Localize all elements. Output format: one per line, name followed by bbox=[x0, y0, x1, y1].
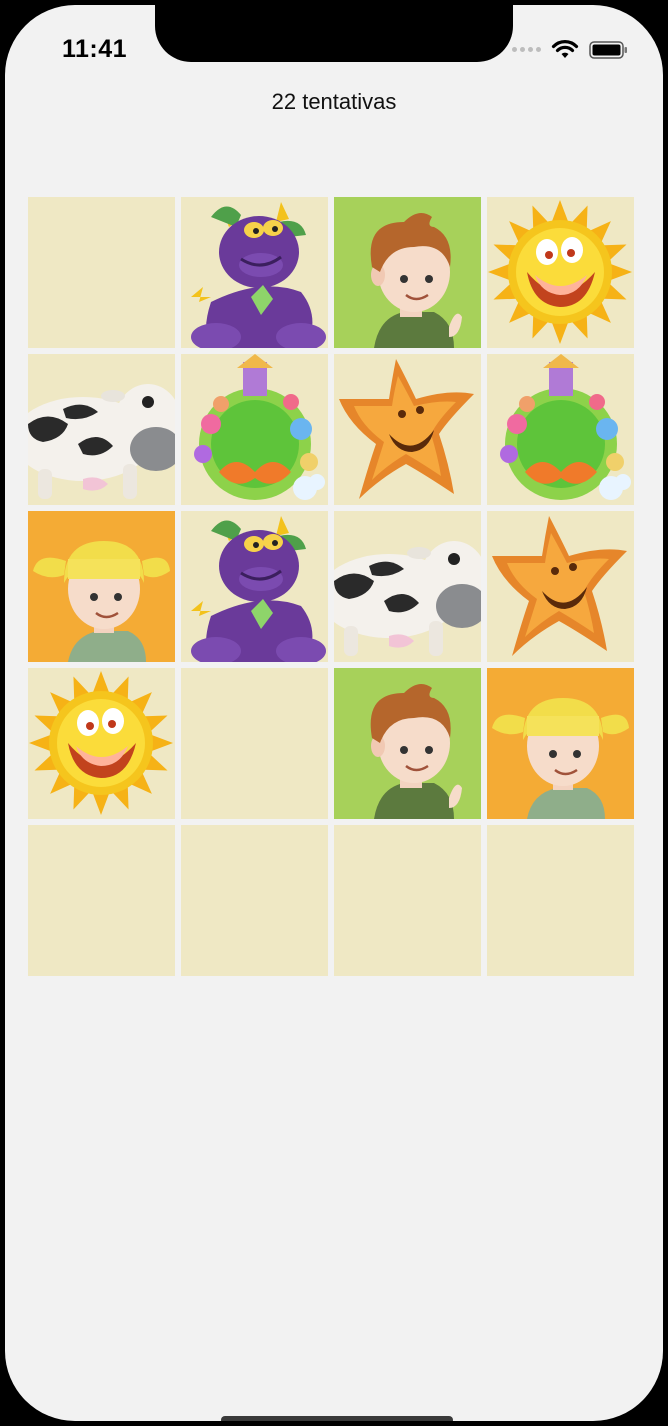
starfish-icon bbox=[487, 511, 634, 662]
sun-icon bbox=[487, 197, 634, 348]
card-planet[interactable] bbox=[487, 354, 634, 505]
card-hidden[interactable] bbox=[487, 825, 634, 976]
boy-icon bbox=[334, 197, 481, 348]
card-sun[interactable] bbox=[28, 668, 175, 819]
memory-board bbox=[28, 197, 634, 976]
battery-icon bbox=[589, 40, 627, 59]
wifi-icon bbox=[551, 40, 579, 58]
girl-icon bbox=[28, 511, 175, 662]
card-planet[interactable] bbox=[181, 354, 328, 505]
sun-icon bbox=[28, 668, 175, 819]
cow-icon bbox=[334, 511, 481, 662]
boy-icon bbox=[334, 668, 481, 819]
card-hidden[interactable] bbox=[181, 668, 328, 819]
notch bbox=[155, 5, 513, 62]
status-time: 11:41 bbox=[62, 35, 128, 63]
card-cow[interactable] bbox=[334, 511, 481, 662]
phone-screen: 11:41 22 tentativas bbox=[5, 5, 663, 1421]
card-starfish[interactable] bbox=[487, 511, 634, 662]
card-hidden[interactable] bbox=[28, 825, 175, 976]
card-dragon[interactable] bbox=[181, 197, 328, 348]
planet-icon bbox=[487, 354, 634, 505]
card-dragon[interactable] bbox=[181, 511, 328, 662]
dragon-icon bbox=[181, 511, 328, 662]
attempts-counter: 22 tentativas bbox=[271, 89, 397, 114]
card-boy[interactable] bbox=[334, 668, 481, 819]
cellular-signal-icon bbox=[512, 47, 541, 52]
card-sun[interactable] bbox=[487, 197, 634, 348]
cow-icon bbox=[28, 354, 175, 505]
card-hidden[interactable] bbox=[28, 197, 175, 348]
card-starfish[interactable] bbox=[334, 354, 481, 505]
card-boy[interactable] bbox=[334, 197, 481, 348]
dragon-icon bbox=[181, 197, 328, 348]
girl-icon bbox=[487, 668, 634, 819]
planet-icon bbox=[181, 354, 328, 505]
card-girl[interactable] bbox=[487, 668, 634, 819]
starfish-icon bbox=[334, 354, 481, 505]
home-indicator[interactable] bbox=[221, 1416, 453, 1421]
card-cow[interactable] bbox=[28, 354, 175, 505]
status-icons bbox=[512, 39, 629, 60]
card-hidden[interactable] bbox=[334, 825, 481, 976]
card-girl[interactable] bbox=[28, 511, 175, 662]
card-hidden[interactable] bbox=[181, 825, 328, 976]
